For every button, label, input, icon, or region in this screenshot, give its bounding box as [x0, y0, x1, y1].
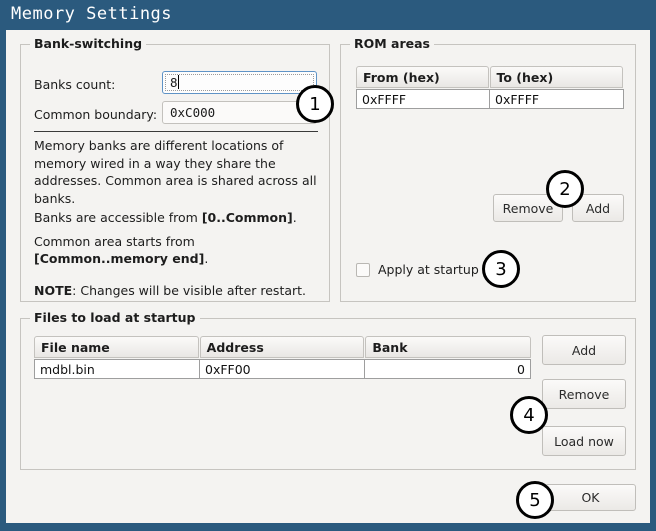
banks-count-value: 8 [170, 75, 178, 90]
text-caret [177, 75, 179, 89]
rom-areas-column-from[interactable]: From (hex) [356, 66, 489, 88]
files-column-bank[interactable]: Bank [365, 336, 532, 358]
files-cell-bank[interactable]: 0 [364, 359, 531, 379]
banks-accessible-prefix: Banks are accessible from [34, 210, 202, 225]
title-bar[interactable]: Memory Settings [0, 0, 656, 30]
section-divider [34, 131, 318, 132]
banks-accessible-range: [0..Common] [201, 210, 293, 225]
window-title: Memory Settings [11, 4, 173, 24]
annotation-badge-2: 2 [546, 170, 584, 208]
banks-count-label: Banks count: [34, 77, 116, 92]
common-boundary-input[interactable]: 0xC000 [162, 101, 317, 124]
note-text: : Changes will be visible after restart. [72, 282, 307, 298]
banks-accessible-line: Banks are accessible from [0..Common]. [34, 209, 322, 227]
files-to-load-legend: Files to load at startup [30, 310, 200, 325]
rom-areas-column-to[interactable]: To (hex) [489, 66, 623, 88]
description-line-1: Memory banks are different locations of [34, 138, 284, 153]
common-boundary-label: Common boundary: [34, 107, 158, 122]
banks-accessible-suffix: . [292, 210, 297, 225]
files-column-address[interactable]: Address [199, 336, 365, 358]
common-area-range: [Common..memory end] [34, 251, 205, 266]
focus-outline [165, 74, 314, 91]
rom-areas-table-header: From (hex) To (hex) [356, 66, 624, 88]
common-area-line: Common area starts from [Common..memory … [34, 233, 322, 268]
files-column-file-name[interactable]: File name [34, 336, 199, 358]
common-boundary-value: 0xC000 [170, 105, 216, 120]
files-load-now-button[interactable]: Load now [542, 426, 626, 456]
files-remove-button[interactable]: Remove [542, 379, 626, 409]
common-area-suffix: . [204, 251, 209, 266]
files-to-load-table[interactable]: File name Address Bank mdbl.bin 0xFF00 0 [34, 336, 532, 379]
annotation-badge-1: 1 [296, 85, 334, 123]
description-line-3: addresses. Common area is shared across … [34, 173, 317, 188]
files-table-row[interactable]: mdbl.bin 0xFF00 0 [34, 359, 532, 379]
apply-at-startup-label: Apply at startup [378, 262, 479, 277]
banks-count-input[interactable]: 8 [162, 71, 317, 94]
common-area-prefix: Common area starts from [34, 233, 195, 249]
bank-switching-description: Memory banks are different locations of … [34, 137, 322, 299]
annotation-badge-5: 5 [516, 481, 554, 519]
ok-button[interactable]: OK [545, 484, 636, 511]
note-label: NOTE [34, 282, 73, 298]
description-line-4: banks. [34, 190, 76, 206]
files-cell-file-name[interactable]: mdbl.bin [34, 359, 200, 379]
annotation-badge-3: 3 [482, 250, 520, 288]
annotation-badge-4: 4 [510, 396, 548, 434]
rom-areas-table[interactable]: From (hex) To (hex) 0xFFFF 0xFFFF [356, 66, 624, 109]
bank-switching-legend: Bank-switching [30, 36, 147, 51]
files-cell-address[interactable]: 0xFF00 [199, 359, 365, 379]
rom-areas-cell-to[interactable]: 0xFFFF [489, 89, 624, 109]
rom-areas-table-row[interactable]: 0xFFFF 0xFFFF [356, 89, 624, 109]
memory-settings-dialog: Memory Settings Bank-switching Banks cou… [0, 0, 656, 531]
description-line-2: memory wired in a way they share the [34, 155, 276, 171]
apply-at-startup-checkbox[interactable] [356, 262, 370, 277]
rom-areas-legend: ROM areas [350, 36, 434, 51]
files-table-header: File name Address Bank [34, 336, 532, 358]
files-add-button[interactable]: Add [542, 335, 626, 365]
rom-areas-cell-from[interactable]: 0xFFFF [356, 89, 490, 109]
apply-at-startup-row[interactable]: Apply at startup [356, 262, 479, 277]
note-line: NOTE: Changes will be visible after rest… [34, 282, 322, 300]
